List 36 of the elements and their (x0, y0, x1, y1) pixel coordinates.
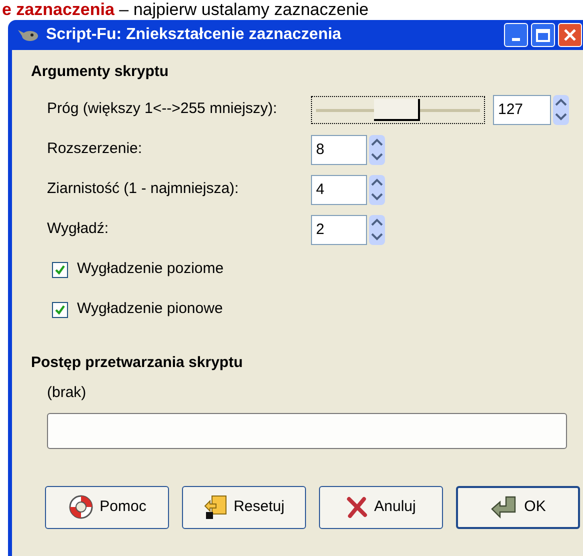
window-title: Script-Fu: Zniekształcenie zaznaczenia (46, 25, 342, 45)
checkbox[interactable] (52, 302, 68, 318)
number-field[interactable]: 8 (311, 134, 367, 164)
field-label: Próg (większy 1<-->255 mniejszy): (47, 99, 278, 120)
dialog-button[interactable]: OK (456, 486, 580, 528)
spin-arrows-icon[interactable] (553, 94, 569, 124)
threshold-slider[interactable] (311, 96, 485, 124)
field-label: Rozszerzenie: (47, 139, 144, 160)
dialog-button[interactable]: Resetuj (182, 486, 306, 528)
close-icon (563, 28, 577, 42)
checkbox-option[interactable]: Wygładzenie poziome (47, 250, 224, 290)
lifebuoy-icon (68, 494, 94, 520)
checkbox[interactable] (52, 262, 68, 278)
checkbox-option[interactable]: Wygładzenie pionowe (47, 290, 223, 330)
slider-thumb[interactable] (374, 98, 420, 120)
cross-icon (346, 496, 368, 518)
spin-arrows-icon[interactable] (369, 214, 385, 244)
number-field[interactable]: 2 (311, 214, 367, 244)
gimp-logo-icon (16, 28, 40, 42)
spin-arrows-icon[interactable] (369, 174, 385, 204)
dialog-button[interactable]: Pomoc (45, 486, 169, 528)
document-text: e zaznaczenia – najpierw ustalamy zaznaczenie (1, 0, 370, 20)
minimize-button[interactable] (504, 23, 528, 47)
field-label: Ziarnistość (1 - najmniejsza): (47, 179, 240, 200)
dialog-button[interactable]: Anuluj (319, 486, 443, 528)
spin-arrows-icon[interactable] (369, 134, 385, 164)
close-button[interactable] (558, 23, 582, 47)
field-label: Wygładź: (47, 219, 110, 240)
section-heading: Argumenty skryptu (31, 62, 169, 82)
revert-icon (204, 494, 228, 520)
progress-status: (brak) (47, 383, 86, 403)
maximize-button[interactable] (531, 23, 555, 47)
ok-arrow-icon (490, 494, 518, 520)
number-field[interactable]: 4 (311, 174, 367, 204)
number-field[interactable]: 127 (493, 94, 551, 124)
section-heading: Postęp przetwarzania skryptu (31, 352, 243, 372)
